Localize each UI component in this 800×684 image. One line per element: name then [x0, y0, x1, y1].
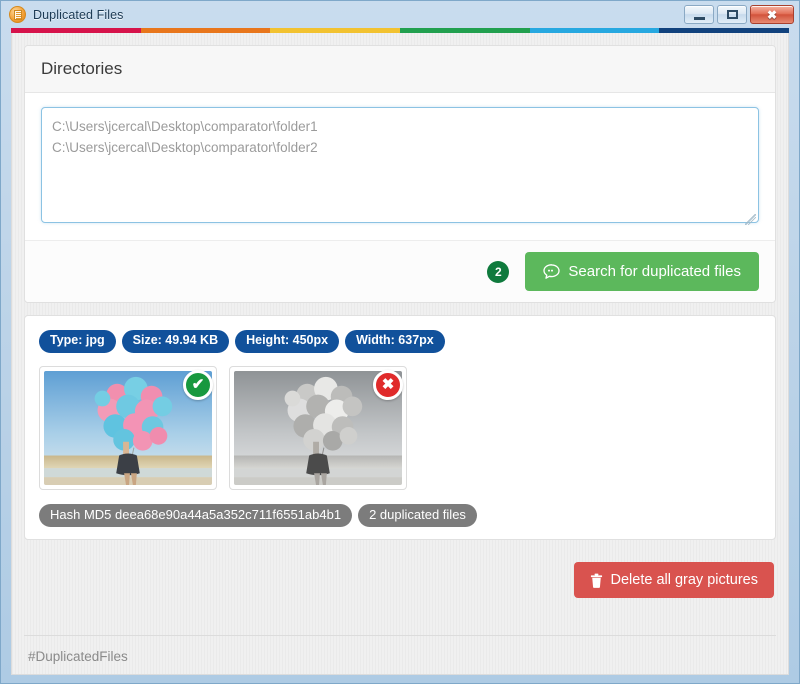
- directory-count-badge: 2: [487, 260, 510, 283]
- hash-info-pills: Hash MD5 deea68e90a44a5a352c711f6551ab4b…: [39, 503, 761, 528]
- comment-icon: [543, 264, 561, 279]
- keep-check-icon[interactable]: ✔: [183, 369, 213, 400]
- directories-input[interactable]: [41, 107, 759, 223]
- window-controls: ✖: [684, 5, 794, 24]
- search-duplicates-button[interactable]: Search for duplicated files: [525, 252, 759, 291]
- minimize-icon: [693, 16, 705, 20]
- application-window: Duplicated Files ✖ Directories C:\Users\…: [0, 0, 800, 684]
- status-badge: Height: 450px: [235, 330, 340, 353]
- status-badge: Type: jpg: [39, 330, 116, 353]
- search-duplicates-button-label: Search for duplicated files: [568, 263, 741, 280]
- page-content: Directories 2: [11, 33, 789, 675]
- file-metadata-pills: Type: jpg Size: 49.94 KB Height: 450px W…: [39, 330, 761, 353]
- delete-gray-pictures-button[interactable]: Delete all gray pictures: [573, 562, 774, 599]
- close-icon: ✖: [766, 7, 778, 22]
- close-button[interactable]: ✖: [750, 5, 794, 24]
- results-panel: Type: jpg Size: 49.94 KB Height: 450px W…: [24, 315, 776, 541]
- footer-hashtag: #DuplicatedFiles: [28, 649, 128, 664]
- title-bar: Duplicated Files ✖: [1, 1, 799, 28]
- delete-cross-icon[interactable]: ✖: [373, 369, 403, 400]
- status-badge: Width: 637px: [345, 330, 445, 353]
- status-badge: Size: 49.94 KB: [121, 330, 230, 353]
- footer: #DuplicatedFiles: [24, 635, 776, 674]
- delete-gray-pictures-button-label: Delete all gray pictures: [610, 572, 759, 589]
- directories-panel: Directories 2: [24, 45, 776, 303]
- minimize-button[interactable]: [684, 5, 714, 24]
- maximize-button[interactable]: [717, 5, 747, 24]
- directories-panel-footer: 2 Search for duplicated files: [25, 240, 775, 302]
- trash-icon: [590, 573, 603, 588]
- directories-panel-body: [25, 93, 775, 240]
- page-title: Directories: [41, 59, 123, 78]
- thumbnail-item[interactable]: ✔: [39, 365, 217, 490]
- thumbnail-list: ✔ ✖: [39, 365, 761, 490]
- maximize-icon: [726, 10, 738, 19]
- document-icon: [9, 6, 26, 23]
- directories-input-wrap: [41, 107, 759, 228]
- duplicate-count-badge: 2 duplicated files: [358, 503, 477, 528]
- thumbnail-item[interactable]: ✖: [229, 365, 407, 490]
- hash-badge: Hash MD5 deea68e90a44a5a352c711f6551ab4b…: [39, 503, 353, 528]
- window-title: Duplicated Files: [33, 7, 124, 22]
- actions-row: Delete all gray pictures: [24, 540, 776, 599]
- directories-panel-header: Directories: [25, 46, 775, 93]
